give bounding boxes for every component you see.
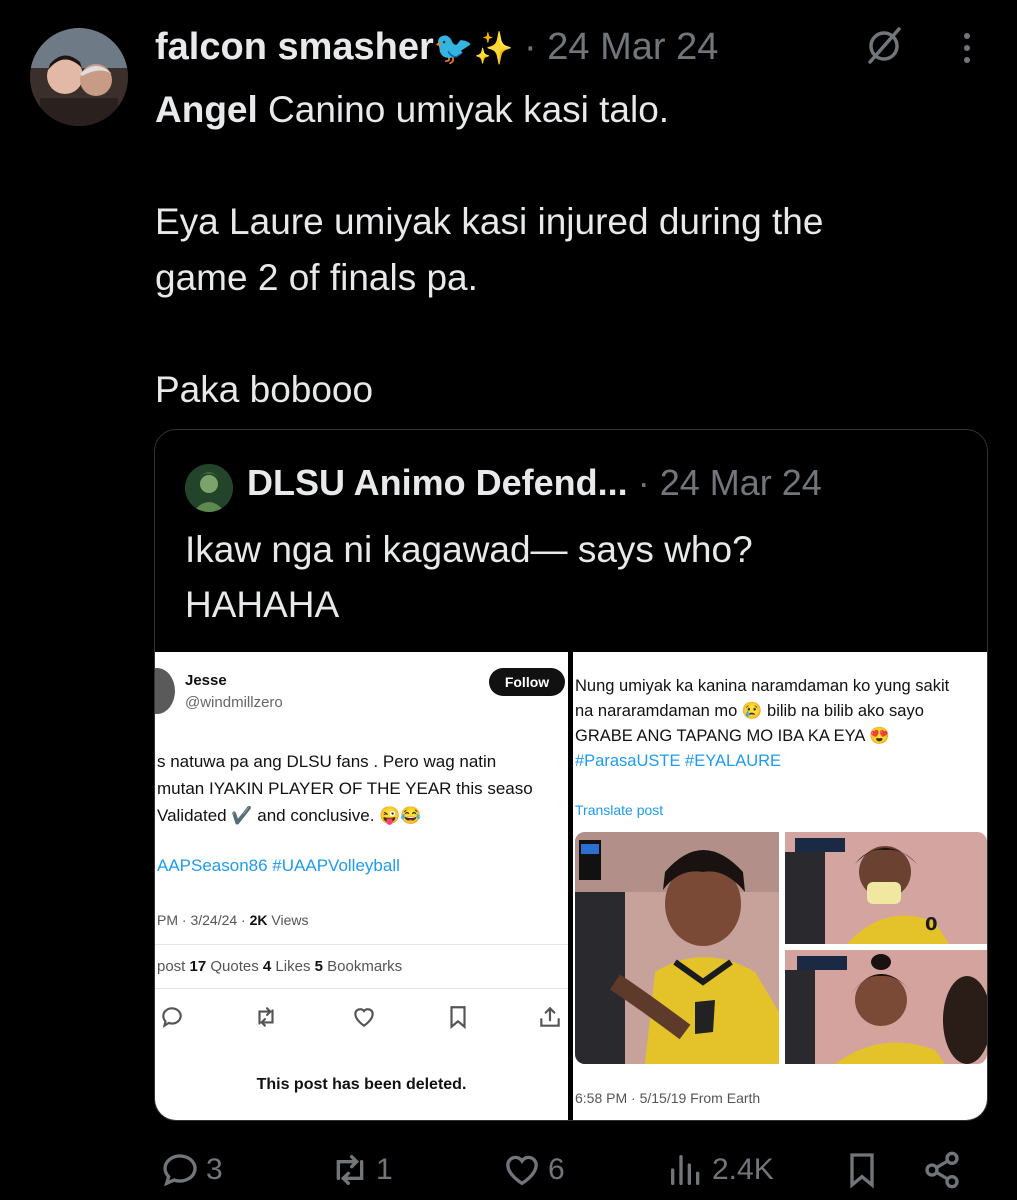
eya-line-2: na nararamdaman mo 😢 bilib na bilib ako … — [575, 702, 924, 720]
bookmark-button[interactable] — [842, 1148, 882, 1192]
author-avatar[interactable] — [30, 28, 128, 126]
tweet-date[interactable]: 24 Mar 24 — [547, 26, 718, 68]
jesse-name: Jesse — [185, 672, 227, 689]
reply-icon — [159, 1004, 185, 1030]
reply-button[interactable]: 3 — [160, 1148, 223, 1192]
quoted-author-avatar[interactable] — [185, 464, 233, 512]
tweet-header: falcon smasher🐦✨ · 24 Mar 24 — [155, 26, 718, 69]
eya-line-1: Nung umiyak ka kanina naramdaman ko yung… — [575, 677, 950, 695]
share-icon — [537, 1004, 563, 1030]
repost-button[interactable]: 1 — [330, 1148, 393, 1192]
embedded-screenshot-left[interactable]: Jesse @windmillzero Follow s natuwa pa a… — [155, 652, 568, 1120]
like-count: 6 — [548, 1153, 565, 1186]
sparkles-emoji-icon: ✨ — [473, 30, 514, 66]
views-button[interactable]: 2.4K — [666, 1148, 774, 1192]
crying-player-photo-top-right: 0 — [785, 832, 987, 944]
divider — [155, 944, 568, 945]
mention-angel[interactable]: Angel — [155, 89, 258, 130]
quoted-tweet-header: DLSU Animo Defend... · 24 Mar 24 — [247, 462, 822, 504]
quoted-line-1: Ikaw nga ni kagawad— says who? — [185, 529, 753, 570]
jesse-line-3: Validated ✔️ and conclusive. 😜😂 — [157, 806, 422, 825]
views-icon — [671, 1155, 700, 1185]
jesse-stats: post 17 Quotes 4 Likes 5 Bookmarks — [157, 958, 403, 975]
tweet-line-2: Eya Laure umiyak kasi injured during the — [155, 201, 824, 242]
bird-emoji-icon: 🐦 — [433, 30, 474, 66]
eya-post-meta: 6:58 PM · 5/15/19 From Earth — [575, 1090, 761, 1106]
quoted-author-name[interactable]: DLSU Animo Defend... — [247, 462, 628, 503]
tweet-line-1: Canino umiyak kasi talo. — [257, 89, 670, 130]
like-button[interactable]: 6 — [502, 1148, 565, 1192]
jesse-hashtags: AAPSeason86 #UAAPVolleyball — [157, 856, 400, 875]
reply-icon — [163, 1154, 197, 1187]
quoted-separator-dot: · — [637, 462, 650, 503]
eya-post-text: Nung umiyak ka kanina naramdaman ko yung… — [575, 674, 987, 774]
quoted-tweet-body: Ikaw nga ni kagawad— says who? HAHAHA — [185, 522, 975, 632]
jesse-post-text: s natuwa pa ang DLSU fans . Pero wag nat… — [157, 748, 568, 829]
separator-dot: · — [524, 26, 537, 68]
translate-post-link: Translate post — [575, 802, 664, 818]
grok-icon[interactable] — [862, 24, 906, 68]
author-name[interactable]: falcon smasher — [155, 26, 434, 68]
share-button[interactable] — [922, 1148, 962, 1192]
views-count: 2.4K — [712, 1153, 774, 1186]
bookmark-icon — [850, 1153, 874, 1189]
repost-icon — [336, 1155, 364, 1185]
deleted-notice: This post has been deleted. — [256, 1076, 467, 1093]
jesse-meta: PM · 3/24/24 · 2K Views — [157, 912, 309, 928]
crying-player-photo-main — [575, 832, 779, 1064]
divider — [155, 988, 568, 989]
more-options-icon[interactable] — [952, 30, 982, 66]
quoted-tweet-date: 24 Mar 24 — [659, 462, 822, 503]
tweet-line-3: game 2 of finals pa. — [155, 257, 478, 298]
jesse-line-2: mutan IYAKIN PLAYER OF THE YEAR this sea… — [157, 779, 533, 798]
quoted-tweet-card[interactable]: DLSU Animo Defend... · 24 Mar 24 Ikaw ng… — [154, 429, 988, 1121]
embedded-screenshot-right[interactable]: Nung umiyak ka kanina naramdaman ko yung… — [573, 652, 987, 1120]
eya-hashtags: #ParasaUSTE #EYALAURE — [575, 752, 782, 770]
like-icon — [351, 1004, 377, 1030]
jesse-avatar — [155, 668, 175, 714]
like-icon — [506, 1155, 538, 1186]
quoted-line-2: HAHAHA — [185, 584, 340, 625]
repost-count: 1 — [376, 1153, 393, 1186]
eya-line-3: GRABE ANG TAPANG MO IBA KA EYA 😍 — [575, 727, 890, 745]
tweet-line-4: Paka bobooo — [155, 369, 374, 410]
reply-count: 3 — [206, 1153, 223, 1186]
repost-icon — [253, 1004, 279, 1030]
tweet-body: Angel Canino umiyak kasi talo. Eya Laure… — [155, 82, 985, 418]
share-icon — [925, 1151, 959, 1189]
bookmark-icon — [445, 1004, 471, 1030]
follow-button: Follow — [489, 668, 565, 696]
svg-text:0: 0 — [925, 914, 938, 935]
jesse-line-1: s natuwa pa ang DLSU fans . Pero wag nat… — [157, 752, 497, 771]
crying-player-photo-bottom-right — [785, 950, 987, 1064]
jesse-handle: @windmillzero — [185, 694, 283, 711]
